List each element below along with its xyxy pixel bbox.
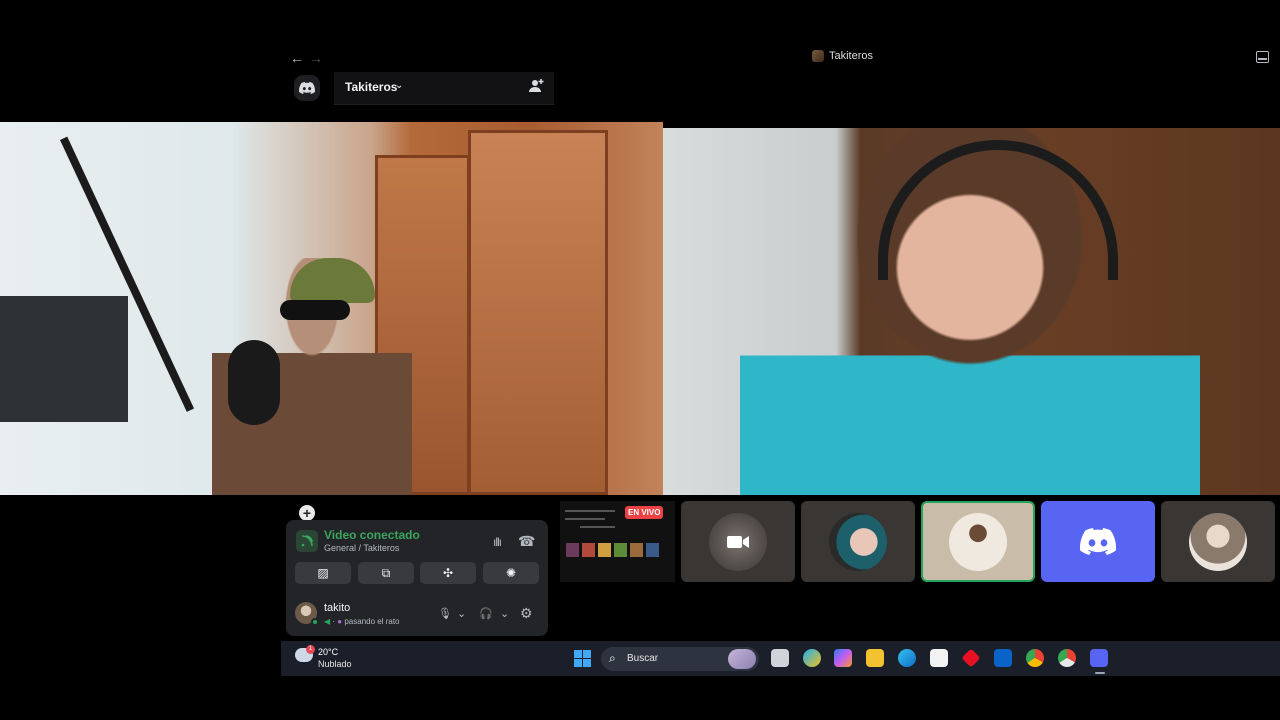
window-title-text: Takiteros	[829, 50, 874, 62]
settings-gear-icon[interactable]: ⚙	[520, 605, 533, 622]
preview-line	[565, 510, 615, 512]
copilot-icon[interactable]	[834, 649, 852, 667]
weather-description[interactable]: Nublado	[318, 659, 352, 669]
outlook-icon[interactable]	[994, 649, 1012, 667]
user-activity: ◀ · ● pasando el rato	[324, 617, 400, 626]
avatar	[949, 512, 1007, 571]
video-camera-icon	[727, 535, 749, 548]
background-window	[0, 296, 128, 422]
add-friend-icon[interactable]	[528, 78, 544, 94]
participant-tile-speaking[interactable]	[921, 501, 1035, 582]
inbox-icon[interactable]	[1256, 51, 1269, 63]
preview-line	[580, 526, 615, 528]
participant-tile[interactable]	[801, 501, 915, 582]
soundboard-button[interactable]: ✺	[483, 562, 539, 584]
back-arrow-icon[interactable]: ←	[290, 50, 304, 66]
preview-line	[565, 518, 605, 520]
active-app-indicator	[1095, 672, 1105, 674]
participant-tile-discord[interactable]	[1041, 501, 1155, 582]
chrome-icon[interactable]	[1026, 649, 1044, 667]
search-placeholder: Buscar	[627, 653, 659, 664]
soundboard-icon: ✺	[505, 566, 517, 580]
forward-arrow-icon[interactable]: →	[309, 50, 323, 66]
participant-glasses	[280, 300, 350, 320]
username[interactable]: takito	[324, 602, 350, 614]
connection-signal-icon[interactable]	[296, 530, 318, 552]
noise-suppression-icon[interactable]: ıllı	[493, 535, 502, 549]
camera-off-button[interactable]: ▨	[295, 562, 351, 584]
preview-thumb	[646, 543, 659, 557]
discord-taskbar-icon[interactable]	[1090, 649, 1108, 667]
live-badge: EN VIVO	[625, 506, 664, 519]
edge-icon[interactable]	[898, 649, 916, 667]
background-wardrobe-door	[468, 130, 608, 495]
search-highlight-art	[728, 649, 756, 669]
voice-status: Video conectado	[324, 528, 420, 542]
speaker-icon: ◀	[324, 617, 331, 626]
server-icon	[812, 50, 824, 62]
discord-logo-icon	[1080, 528, 1116, 555]
participant-tile[interactable]	[1161, 501, 1275, 582]
chevron-down-icon[interactable]: ⌄	[500, 607, 509, 620]
weather-temperature[interactable]: 20°C	[318, 647, 338, 657]
activity-text: pasando el rato	[344, 617, 400, 626]
window-titlebar	[281, 44, 1280, 72]
headset-icon[interactable]: 🎧	[479, 607, 493, 620]
screen-share-button[interactable]: ⧉	[358, 562, 414, 584]
discord-logo-icon	[299, 82, 315, 94]
activities-button[interactable]: ✣	[420, 562, 476, 584]
chevron-down-icon[interactable]: ⌄	[457, 607, 466, 620]
edge-beta-icon[interactable]	[803, 649, 821, 667]
microsoft-store-icon[interactable]	[930, 649, 948, 667]
microphone-icon[interactable]: 🎙	[438, 607, 452, 620]
avatar	[829, 512, 887, 571]
microphone	[228, 340, 280, 425]
disconnect-icon[interactable]: ☎	[518, 533, 535, 550]
search-icon: ⌕	[609, 651, 616, 665]
online-status-dot	[311, 618, 319, 626]
voice-channel-path[interactable]: General / Takiteros	[324, 543, 399, 553]
preview-thumb	[566, 543, 579, 557]
activities-icon: ✣	[442, 566, 454, 580]
windows-start-icon[interactable]	[574, 650, 591, 667]
preview-thumb	[630, 543, 643, 557]
participant-tile[interactable]	[681, 501, 795, 582]
file-explorer-icon[interactable]	[866, 649, 884, 667]
preview-thumb	[614, 543, 627, 557]
activity-icon: ●	[337, 617, 343, 626]
window-title: Takiteros	[812, 50, 873, 62]
preview-thumb	[598, 543, 611, 557]
chevron-down-icon[interactable]: ⌄	[395, 80, 403, 91]
discord-home-button[interactable]	[294, 75, 320, 101]
camera-off-icon: ▨	[317, 566, 329, 580]
avatar	[709, 512, 767, 571]
weather-alert-badge: 1	[306, 645, 315, 654]
preview-thumb	[582, 543, 595, 557]
screen-share-icon: ⧉	[381, 565, 391, 580]
server-name[interactable]: Takiteros	[345, 80, 397, 94]
add-button[interactable]: +	[299, 505, 315, 521]
task-view-icon[interactable]	[771, 649, 789, 667]
avatar	[1189, 512, 1247, 571]
chrome-profile-icon[interactable]	[1058, 649, 1076, 667]
